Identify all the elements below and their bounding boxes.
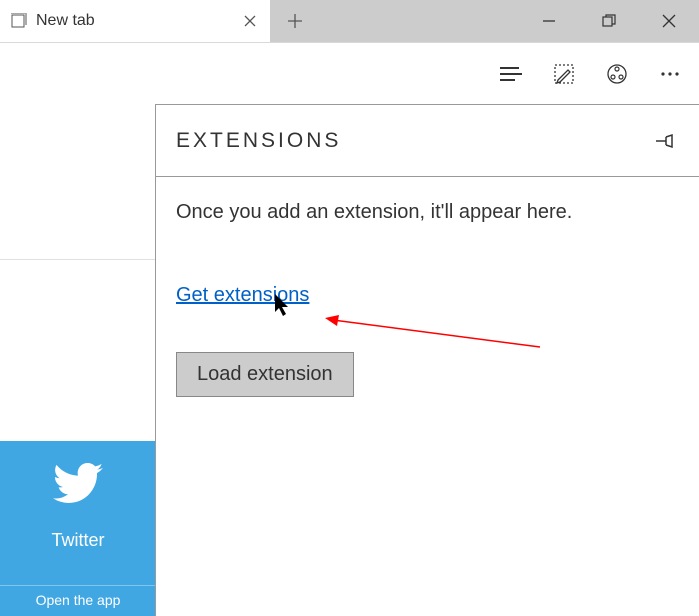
panel-title: EXTENSIONS (176, 129, 341, 153)
window-minimize-button[interactable] (519, 0, 579, 42)
new-tab-button[interactable] (270, 0, 320, 42)
twitter-tile[interactable]: Twitter Open the app (0, 441, 156, 616)
pin-icon[interactable] (649, 126, 679, 156)
more-icon[interactable] (647, 51, 692, 96)
tab-title: New tab (36, 12, 240, 30)
twitter-icon (53, 463, 103, 510)
titlebar-area (270, 0, 699, 42)
empty-state-text: Once you add an extension, it'll appear … (176, 201, 679, 224)
browser-tab[interactable]: New tab (0, 0, 270, 42)
extensions-panel: EXTENSIONS Once you add an extension, it… (155, 104, 699, 616)
tile-cta[interactable]: Open the app (0, 585, 156, 616)
window-maximize-button[interactable] (579, 0, 639, 42)
window-close-button[interactable] (639, 0, 699, 42)
page-icon (10, 12, 28, 30)
tile-label: Twitter (51, 530, 104, 551)
separator (0, 259, 155, 260)
load-extension-button[interactable]: Load extension (176, 352, 354, 397)
web-note-icon[interactable] (541, 51, 586, 96)
reading-view-icon[interactable] (488, 51, 533, 96)
get-extensions-link[interactable]: Get extensions (176, 284, 309, 307)
share-icon[interactable] (594, 51, 639, 96)
tab-close-button[interactable] (240, 11, 260, 31)
